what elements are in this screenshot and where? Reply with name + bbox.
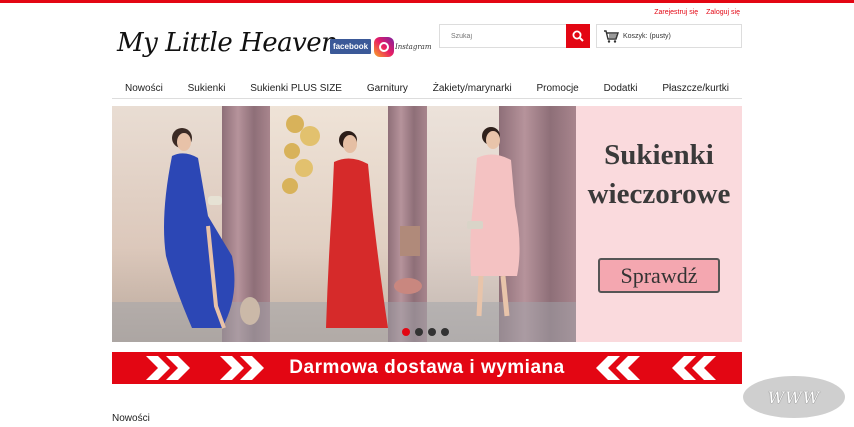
register-link[interactable]: Zarejestruj się <box>654 9 698 16</box>
slider-dot-1[interactable] <box>402 328 410 336</box>
logo-text: My Little Heaven <box>117 28 338 58</box>
chevron-left-icon <box>672 356 716 380</box>
site-logo[interactable]: My Little Heaven <box>117 24 338 68</box>
nav-item-plaszcze[interactable]: Płaszcze/kurtki <box>662 83 729 94</box>
chevron-right-icon <box>146 356 190 380</box>
instagram-label: Instagram <box>395 43 432 51</box>
login-link[interactable]: Zaloguj się <box>706 9 740 16</box>
nav-item-garnitury[interactable]: Garnitury <box>367 83 408 94</box>
account-links: Zarejestruj się Zaloguj się <box>648 9 740 16</box>
main-navigation: Nowości Sukienki Sukienki PLUS SIZE Garn… <box>112 79 742 99</box>
nav-item-dodatki[interactable]: Dodatki <box>604 83 638 94</box>
cart-label: Koszyk: (pusty) <box>623 32 671 40</box>
cart-button[interactable]: Koszyk: (pusty) <box>596 24 742 48</box>
promo-title-line1: Sukienki <box>604 139 714 171</box>
slide-photo-blue-dress <box>112 106 270 342</box>
chevron-right-icon <box>220 356 264 380</box>
slider-dot-3[interactable] <box>428 328 436 336</box>
promo-title-line2: wieczorowe <box>587 178 731 210</box>
free-shipping-banner[interactable]: Darmowa dostawa i wymiana <box>112 352 742 384</box>
chevron-left-icon <box>596 356 640 380</box>
slide-photo-red-dress <box>270 106 427 342</box>
nav-item-sukienki[interactable]: Sukienki <box>188 83 226 94</box>
section-title-new: Nowości <box>112 413 150 424</box>
hero-slider[interactable]: Sukienki wieczorowe Sprawdź <box>112 106 742 342</box>
search-button[interactable] <box>566 24 590 48</box>
nav-item-sukienki-plus-size[interactable]: Sukienki PLUS SIZE <box>250 83 342 94</box>
promo-panel: Sukienki wieczorowe Sprawdź <box>576 106 742 342</box>
search-box <box>439 24 590 48</box>
instagram-icon[interactable] <box>374 37 394 57</box>
nav-item-zakiety[interactable]: Żakiety/marynarki <box>433 83 512 94</box>
nav-item-nowosci[interactable]: Nowości <box>125 83 163 94</box>
www-overlay-badge[interactable]: WWW <box>743 376 845 418</box>
slide-photo-pink-dress <box>427 106 576 342</box>
free-shipping-text: Darmowa dostawa i wymiana <box>289 357 565 378</box>
top-accent-bar <box>0 0 854 3</box>
search-icon <box>572 30 584 42</box>
facebook-link[interactable]: facebook <box>330 39 371 54</box>
nav-item-promocje[interactable]: Promocje <box>537 83 579 94</box>
promo-check-button[interactable]: Sprawdź <box>598 258 720 293</box>
slider-dot-4[interactable] <box>441 328 449 336</box>
slider-dot-2[interactable] <box>415 328 423 336</box>
search-input[interactable] <box>440 25 566 47</box>
cart-icon <box>604 29 619 43</box>
slider-dots <box>402 328 449 336</box>
